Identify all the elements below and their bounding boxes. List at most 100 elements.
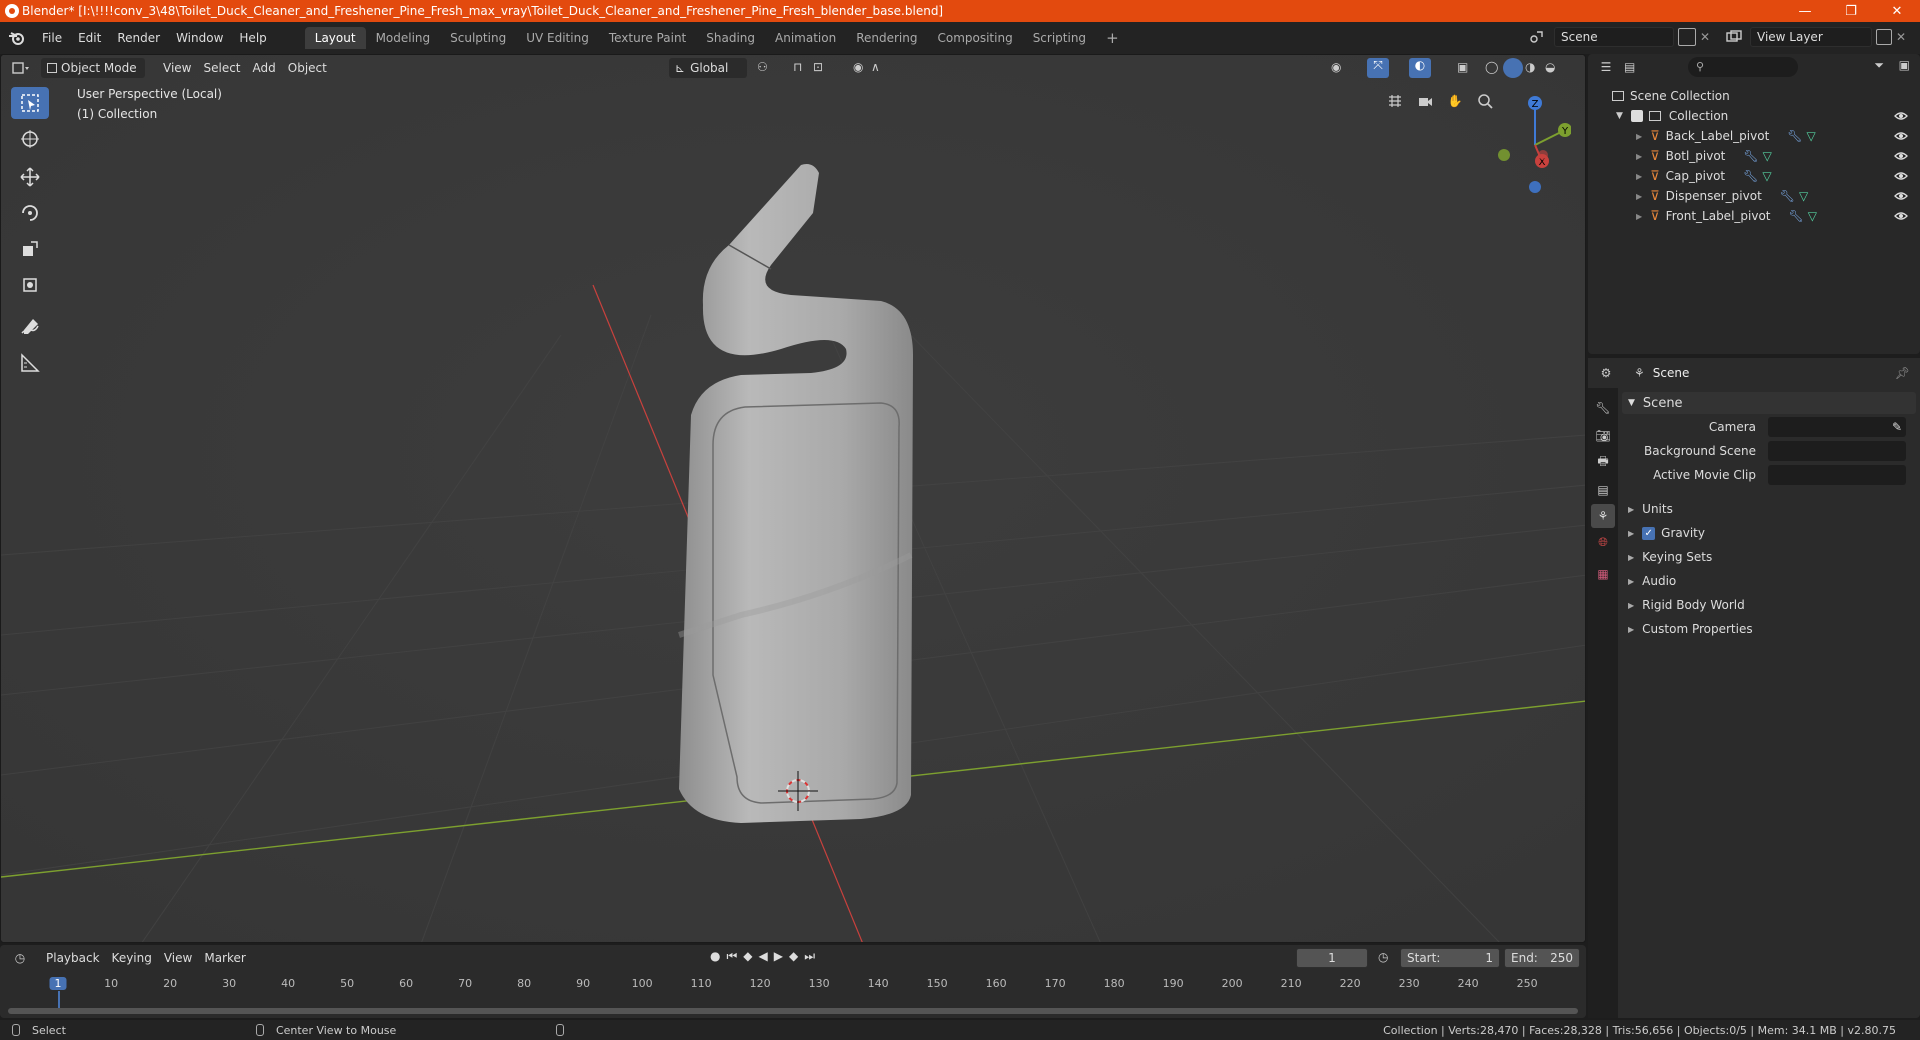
- snap-icon[interactable]: ⊓: [793, 60, 802, 74]
- shading-rendered-icon[interactable]: ◒: [1545, 60, 1555, 74]
- menu-file[interactable]: File: [34, 27, 70, 49]
- gizmo-toggle-icon[interactable]: ⤧: [1367, 58, 1389, 78]
- tab-shading[interactable]: Shading: [696, 27, 765, 49]
- maximize-button[interactable]: ❐: [1828, 0, 1874, 22]
- eye-icon[interactable]: [1894, 189, 1908, 203]
- expand-arrow-icon[interactable]: ▶: [1636, 212, 1642, 221]
- 3d-viewport[interactable]: Object Mode View Select Add Object ⊾ Glo…: [0, 54, 1586, 943]
- movie-clip-field[interactable]: [1768, 465, 1906, 485]
- custom-properties-section[interactable]: ▶ Custom Properties: [1622, 618, 1916, 640]
- expand-arrow-icon[interactable]: ▶: [1636, 192, 1642, 201]
- tool-rotate[interactable]: [11, 197, 49, 229]
- proportional-edit-icon[interactable]: ◉: [853, 60, 863, 74]
- playhead-line[interactable]: [58, 991, 60, 1009]
- eyedropper-icon[interactable]: ✎: [1892, 420, 1902, 434]
- xray-icon[interactable]: ▣: [1457, 60, 1468, 74]
- rigid-body-world-section[interactable]: ▶ Rigid Body World: [1622, 594, 1916, 616]
- tab-uv-editing[interactable]: UV Editing: [516, 27, 599, 49]
- tool-select-box[interactable]: [11, 87, 49, 119]
- tool-settings-tab-icon[interactable]: 🔧︎: [1591, 396, 1615, 420]
- camera-field[interactable]: [1768, 417, 1906, 437]
- display-mode-icon[interactable]: ▤: [1624, 60, 1654, 74]
- add-workspace-button[interactable]: +: [1096, 27, 1129, 49]
- tool-measure[interactable]: [11, 347, 49, 379]
- editor-type-icon[interactable]: [1, 61, 41, 75]
- collection-checkbox[interactable]: [1630, 110, 1643, 122]
- audio-section[interactable]: ▶ Audio: [1622, 570, 1916, 592]
- tab-rendering[interactable]: Rendering: [846, 27, 927, 49]
- new-scene-icon[interactable]: [1678, 28, 1696, 46]
- shading-material-icon[interactable]: ◑: [1525, 60, 1535, 74]
- pin-icon[interactable]: 📌︎: [1895, 366, 1910, 380]
- eye-icon[interactable]: [1894, 109, 1908, 123]
- gravity-checkbox[interactable]: ✓: [1642, 526, 1656, 540]
- outliner-item-dispenser[interactable]: ▶ ⊽ Dispenser_pivot 🔧︎ ▽: [1588, 186, 1920, 206]
- view-layer-field[interactable]: View Layer: [1750, 27, 1872, 47]
- eye-icon[interactable]: [1894, 149, 1908, 163]
- visibility-icon[interactable]: ◉: [1331, 60, 1341, 74]
- shading-solid-icon[interactable]: [1503, 58, 1523, 78]
- render-tab-icon[interactable]: 📷︎: [1591, 424, 1615, 448]
- outliner-item-back-label[interactable]: ▶ ⊽ Back_Label_pivot 🔧︎ ▽: [1588, 126, 1920, 146]
- eye-icon[interactable]: [1894, 129, 1908, 143]
- scene-selector-icon[interactable]: [1524, 27, 1550, 47]
- tab-texture-paint[interactable]: Texture Paint: [599, 27, 696, 49]
- background-scene-field[interactable]: [1768, 441, 1906, 461]
- delete-scene-icon[interactable]: ✕: [1700, 30, 1710, 44]
- navigation-gizmo[interactable]: Z Y X: [1491, 85, 1571, 195]
- outliner-item-cap[interactable]: ▶ ⊽ Cap_pivot 🔧︎ ▽: [1588, 166, 1920, 186]
- menu-help[interactable]: Help: [231, 27, 274, 49]
- tab-compositing[interactable]: Compositing: [927, 27, 1022, 49]
- scene-tab-icon[interactable]: ⚘: [1591, 504, 1615, 528]
- eye-icon[interactable]: [1894, 169, 1908, 183]
- shading-wireframe-icon[interactable]: ◯: [1485, 60, 1498, 74]
- timeline-scrollbar[interactable]: [8, 1008, 1578, 1014]
- blender-menu-icon[interactable]: [0, 30, 34, 46]
- pivot-point-icon[interactable]: ⚇: [757, 60, 768, 74]
- tool-annotate[interactable]: [11, 311, 49, 343]
- tool-transform[interactable]: [11, 269, 49, 301]
- minimize-button[interactable]: —: [1782, 0, 1828, 22]
- menu-object[interactable]: Object: [282, 58, 333, 78]
- gravity-section[interactable]: ▶ ✓ Gravity: [1622, 522, 1916, 544]
- view-layer-tab-icon[interactable]: ▤: [1591, 478, 1615, 502]
- expand-arrow-icon[interactable]: ▶: [1636, 152, 1642, 161]
- world-tab-icon[interactable]: 🌐︎: [1591, 530, 1615, 554]
- menu-add[interactable]: Add: [247, 58, 282, 78]
- outliner-scene-collection[interactable]: Scene Collection: [1588, 86, 1920, 106]
- menu-view[interactable]: View: [157, 58, 197, 78]
- keying-sets-section[interactable]: ▶ Keying Sets: [1622, 546, 1916, 568]
- tool-cursor[interactable]: [11, 123, 49, 155]
- new-view-layer-icon[interactable]: [1876, 29, 1892, 45]
- tool-scale[interactable]: [11, 233, 49, 265]
- menu-select[interactable]: Select: [197, 58, 246, 78]
- overlay-toggle-icon[interactable]: ◐: [1409, 58, 1431, 78]
- menu-render[interactable]: Render: [109, 27, 168, 49]
- tab-animation[interactable]: Animation: [765, 27, 846, 49]
- outliner-search-input[interactable]: ⚲: [1688, 57, 1798, 77]
- outliner-item-front-label[interactable]: ▶ ⊽ Front_Label_pivot 🔧︎ ▽: [1588, 206, 1920, 226]
- close-button[interactable]: ✕: [1874, 0, 1920, 22]
- filter-icon[interactable]: ⏷: [1874, 58, 1884, 73]
- snap-target-icon[interactable]: ⊡: [813, 60, 823, 74]
- falloff-icon[interactable]: ∧: [871, 60, 880, 74]
- expand-arrow-icon[interactable]: ▶: [1636, 132, 1642, 141]
- camera-view-icon[interactable]: [1411, 87, 1439, 115]
- scene-panel-header[interactable]: ▼ Scene: [1622, 392, 1916, 414]
- tab-layout[interactable]: Layout: [304, 27, 366, 49]
- tab-modeling[interactable]: Modeling: [366, 27, 441, 49]
- tab-scripting[interactable]: Scripting: [1023, 27, 1096, 49]
- tool-move[interactable]: [11, 161, 49, 193]
- texture-tab-icon[interactable]: ▦: [1591, 562, 1615, 586]
- expand-arrow-icon[interactable]: ▼: [1616, 111, 1623, 121]
- outliner-item-botl[interactable]: ▶ ⊽ Botl_pivot 🔧︎ ▽: [1588, 146, 1920, 166]
- menu-edit[interactable]: Edit: [70, 27, 109, 49]
- output-tab-icon[interactable]: 🖶: [1591, 450, 1615, 474]
- new-collection-icon[interactable]: ▣: [1899, 58, 1910, 72]
- pan-view-icon[interactable]: ✋: [1441, 87, 1469, 115]
- outliner-editor-icon[interactable]: ☰: [1588, 60, 1624, 74]
- tab-sculpting[interactable]: Sculpting: [440, 27, 516, 49]
- toggle-grid-icon[interactable]: [1381, 87, 1409, 115]
- mode-dropdown[interactable]: Object Mode: [41, 58, 145, 78]
- scene-name-field[interactable]: Scene: [1554, 27, 1674, 47]
